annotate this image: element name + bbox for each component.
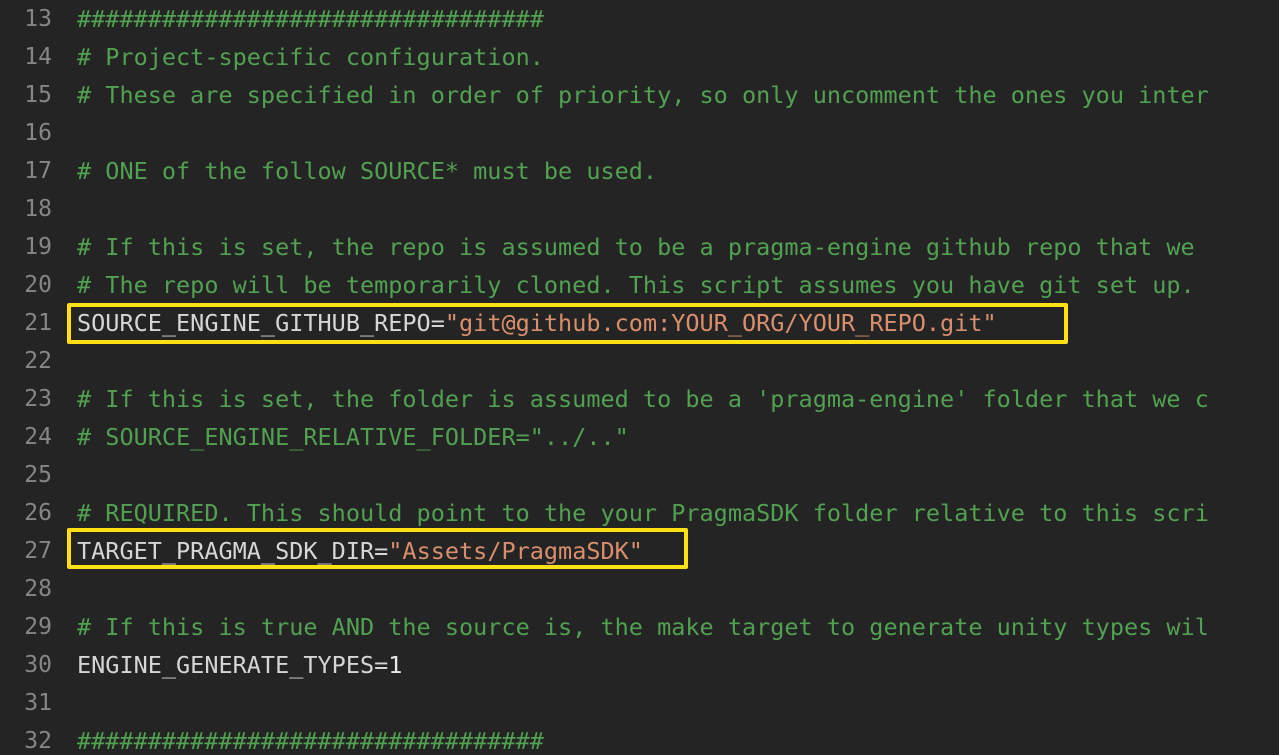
token-comment: ################################# [77, 5, 544, 33]
line-number: 26 [24, 500, 52, 526]
code-line[interactable]: 27 TARGET_PRAGMA_SDK_DIR="Assets/PragmaSD… [0, 532, 1279, 570]
token-num: 1 [388, 651, 403, 679]
token-string: "Assets/PragmaSDK" [388, 537, 643, 565]
code-line[interactable]: 17 # ONE of the follow SOURCE* must be us… [0, 152, 1279, 190]
code-line[interactable]: 15 # These are specified in order of prio… [0, 76, 1279, 114]
token-var: SOURCE_ENGINE_GITHUB_REPO [77, 309, 431, 337]
code-line[interactable]: 23 # If this is set, the folder is assume… [0, 380, 1279, 418]
line-number: 20 [24, 272, 52, 298]
code-line[interactable]: 14 # Project-specific configuration. [0, 38, 1279, 76]
token-comment: # ONE of the follow SOURCE* must be used… [77, 157, 658, 185]
line-number: 19 [24, 234, 52, 260]
line-content[interactable]: # These are specified in order of priori… [77, 76, 1209, 114]
line-number: 14 [24, 44, 52, 70]
token-comment: ################################# [77, 727, 544, 755]
token-op: = [430, 309, 445, 337]
line-number: 18 [24, 196, 52, 222]
code-line[interactable]: 29 # If this is true AND the source is, t… [0, 608, 1279, 646]
code-line[interactable]: 20 # The repo will be temporarily cloned.… [0, 266, 1279, 304]
code-line[interactable]: 21 SOURCE_ENGINE_GITHUB_REPO="git@github.… [0, 304, 1279, 342]
line-content[interactable]: SOURCE_ENGINE_GITHUB_REPO="git@github.co… [77, 304, 997, 342]
line-number: 31 [24, 690, 52, 716]
line-content[interactable]: TARGET_PRAGMA_SDK_DIR="Assets/PragmaSDK" [77, 532, 643, 570]
code-line[interactable]: 24 # SOURCE_ENGINE_RELATIVE_FOLDER="../..… [0, 418, 1279, 456]
token-string: "git@github.com:YOUR_ORG/YOUR_REPO.git" [444, 309, 997, 337]
line-number: 22 [24, 348, 52, 374]
line-number: 13 [24, 6, 52, 32]
token-comment: # REQUIRED. This should point to the you… [77, 499, 1209, 527]
line-number: 23 [24, 386, 52, 412]
token-comment: # If this is set, the folder is assumed … [77, 385, 1209, 413]
code-line[interactable]: 32 ################################# [0, 722, 1279, 755]
code-line[interactable]: 18 [0, 190, 1279, 228]
code-editor[interactable]: 13 ################################# 14 # P… [0, 0, 1279, 755]
line-number: 21 [24, 310, 52, 336]
token-comment: # Project-specific configuration. [77, 43, 544, 71]
line-number: 32 [24, 728, 52, 754]
token-comment: # If this is set, the repo is assumed to… [77, 233, 1195, 261]
line-content[interactable]: # SOURCE_ENGINE_RELATIVE_FOLDER="../.." [77, 418, 629, 456]
code-lines-container[interactable]: 13 ################################# 14 # P… [0, 0, 1279, 755]
code-line[interactable]: 28 [0, 570, 1279, 608]
line-content[interactable]: ENGINE_GENERATE_TYPES=1 [77, 646, 402, 684]
token-comment: # These are specified in order of priori… [77, 81, 1209, 109]
line-number: 17 [24, 158, 52, 184]
code-line[interactable]: 30 ENGINE_GENERATE_TYPES=1 [0, 646, 1279, 684]
code-line[interactable]: 13 ################################# [0, 0, 1279, 38]
line-content[interactable]: # REQUIRED. This should point to the you… [77, 494, 1209, 532]
token-comment: # SOURCE_ENGINE_RELATIVE_FOLDER="../.." [77, 423, 629, 451]
line-number: 27 [24, 538, 52, 564]
token-var: TARGET_PRAGMA_SDK_DIR [77, 537, 375, 565]
line-number: 25 [24, 462, 52, 488]
line-content[interactable]: # ONE of the follow SOURCE* must be used… [77, 152, 657, 190]
code-line[interactable]: 16 [0, 114, 1279, 152]
line-content[interactable]: # If this is set, the repo is assumed to… [77, 228, 1195, 266]
token-comment: # The repo will be temporarily cloned. T… [77, 271, 1195, 299]
line-content[interactable]: # If this is true AND the source is, the… [77, 608, 1209, 646]
line-number: 24 [24, 424, 52, 450]
code-line[interactable]: 22 [0, 342, 1279, 380]
line-number: 16 [24, 120, 52, 146]
line-content[interactable]: # The repo will be temporarily cloned. T… [77, 266, 1195, 304]
token-op: = [374, 651, 389, 679]
token-comment: # If this is true AND the source is, the… [77, 613, 1209, 641]
token-op: = [374, 537, 389, 565]
code-line[interactable]: 31 [0, 684, 1279, 722]
line-number: 29 [24, 614, 52, 640]
code-line[interactable]: 25 [0, 456, 1279, 494]
line-content[interactable]: ################################# [77, 0, 544, 38]
line-number: 30 [24, 652, 52, 678]
line-content[interactable]: ################################# [77, 722, 544, 755]
line-content[interactable]: # If this is set, the folder is assumed … [77, 380, 1209, 418]
line-number: 28 [24, 576, 52, 602]
token-var: ENGINE_GENERATE_TYPES [77, 651, 375, 679]
line-number: 15 [24, 82, 52, 108]
line-content[interactable]: # Project-specific configuration. [77, 38, 544, 76]
code-line[interactable]: 26 # REQUIRED. This should point to the y… [0, 494, 1279, 532]
code-line[interactable]: 19 # If this is set, the repo is assumed … [0, 228, 1279, 266]
